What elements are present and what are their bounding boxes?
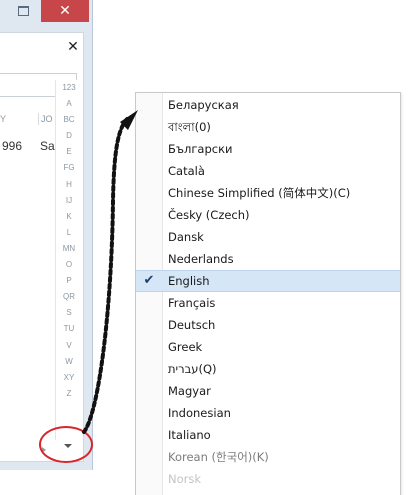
close-icon: ✕ bbox=[59, 3, 71, 19]
alphabet-index-item[interactable]: TU bbox=[56, 321, 82, 337]
alphabet-index-item[interactable]: V bbox=[56, 338, 82, 354]
language-menu-item[interactable]: বাংলা(0) bbox=[136, 116, 400, 138]
language-menu-item-label: Català bbox=[168, 164, 205, 178]
close-button[interactable]: ✕ bbox=[41, 0, 89, 22]
alphabet-index-item[interactable]: S bbox=[56, 305, 82, 321]
language-menu-item[interactable]: Korean (한국어)(K) bbox=[136, 446, 400, 468]
language-menu-item-label: Česky (Czech) bbox=[168, 208, 250, 222]
language-menu-item[interactable]: Dansk bbox=[136, 226, 400, 248]
language-menu-item-label: Italiano bbox=[168, 428, 211, 442]
language-menu-item-label: Norsk bbox=[168, 472, 202, 486]
language-menu-item-label: Greek bbox=[168, 340, 203, 354]
language-menu-item[interactable]: Indonesian bbox=[136, 402, 400, 424]
language-menu-item-label: বাংলা(0) bbox=[168, 120, 211, 134]
language-menu-item-label: English bbox=[168, 274, 210, 288]
language-menu-item[interactable]: עברית(Q) bbox=[136, 358, 400, 380]
language-menu-item-label: Korean (한국어)(K) bbox=[168, 450, 269, 464]
language-menu-item[interactable]: Česky (Czech) bbox=[136, 204, 400, 226]
language-menu-item[interactable]: Беларуская bbox=[136, 94, 400, 116]
alphabet-index-item[interactable]: P bbox=[56, 273, 82, 289]
language-menu-item[interactable]: Greek bbox=[136, 336, 400, 358]
column-header-name[interactable]: JO bbox=[41, 114, 53, 124]
alphabet-index-item[interactable]: XY bbox=[56, 370, 82, 386]
language-menu-item[interactable]: ✔ English bbox=[136, 270, 400, 292]
language-menu-item[interactable]: Chinese Simplified (简体中文)(C) bbox=[136, 182, 400, 204]
language-menu-item-label: Magyar bbox=[168, 384, 211, 398]
language-menu-item-label: Chinese Simplified (简体中文)(C) bbox=[168, 186, 351, 200]
alphabet-index-item[interactable]: 123 bbox=[56, 80, 82, 96]
language-menu: Беларуская বাংলা(0) Български Català Chinese… bbox=[135, 92, 401, 495]
language-menu-item[interactable]: Français bbox=[136, 292, 400, 314]
maximize-button[interactable] bbox=[10, 0, 37, 22]
language-menu-items: Беларуская বাংলা(0) Български Català Chinese… bbox=[136, 94, 400, 490]
column-header-year[interactable]: Y bbox=[0, 114, 6, 124]
language-menu-item[interactable]: Български bbox=[136, 138, 400, 160]
panel-close-icon[interactable]: ✕ bbox=[66, 39, 80, 55]
alphabet-index-item[interactable]: H bbox=[56, 177, 82, 193]
title-bar: ✕ bbox=[0, 0, 92, 24]
language-menu-item-label: Български bbox=[168, 142, 233, 156]
alphabet-index-item[interactable]: D bbox=[56, 128, 82, 144]
annotation-highlight-ellipse bbox=[39, 426, 93, 463]
language-menu-item[interactable]: Deutsch bbox=[136, 314, 400, 336]
alphabet-index-item[interactable]: IJ bbox=[56, 193, 82, 209]
cell-year: 996 bbox=[2, 139, 23, 153]
alphabet-index-item[interactable]: K bbox=[56, 209, 82, 225]
alphabet-index-item[interactable]: QR bbox=[56, 289, 82, 305]
language-menu-item-label: עברית(Q) bbox=[168, 362, 217, 376]
alphabet-index-item[interactable]: BC bbox=[56, 112, 82, 128]
language-menu-item[interactable]: Català bbox=[136, 160, 400, 182]
cell-name: Sa bbox=[40, 139, 55, 153]
language-menu-item[interactable]: Italiano bbox=[136, 424, 400, 446]
language-menu-item-label: Беларуская bbox=[168, 98, 239, 112]
alphabet-index-item[interactable]: W bbox=[56, 354, 82, 370]
language-menu-item-label: Nederlands bbox=[168, 252, 234, 266]
alphabet-index-item[interactable]: Z bbox=[56, 386, 82, 402]
language-menu-item-label: Dansk bbox=[168, 230, 204, 244]
maximize-icon bbox=[18, 6, 29, 16]
alphabet-index-item[interactable]: FG bbox=[56, 160, 82, 176]
alphabet-index-list: 123 A BC D E FG H IJ K L MN O P QR S TU V W XY Z bbox=[56, 80, 82, 402]
app-window: ✕ ✕ Y JO 996 Sa 123 A BC D E FG H IJ K L MN O P QR S TU… bbox=[0, 0, 93, 470]
language-menu-item[interactable]: Norsk bbox=[136, 468, 400, 490]
alphabet-index-item[interactable]: MN bbox=[56, 241, 82, 257]
alphabet-index-item[interactable]: A bbox=[56, 96, 82, 112]
language-menu-item-label: Français bbox=[168, 296, 216, 310]
language-menu-item-label: Deutsch bbox=[168, 318, 216, 332]
alphabet-index: 123 A BC D E FG H IJ K L MN O P QR S TU V W XY Z bbox=[55, 80, 82, 440]
column-divider bbox=[38, 113, 39, 125]
alphabet-index-item[interactable]: L bbox=[56, 225, 82, 241]
alphabet-index-item[interactable]: E bbox=[56, 144, 82, 160]
language-menu-item[interactable]: Magyar bbox=[136, 380, 400, 402]
alphabet-index-item[interactable]: O bbox=[56, 257, 82, 273]
checkmark-icon: ✔ bbox=[143, 273, 155, 288]
language-menu-item[interactable]: Nederlands bbox=[136, 248, 400, 270]
language-menu-item-label: Indonesian bbox=[168, 406, 231, 420]
